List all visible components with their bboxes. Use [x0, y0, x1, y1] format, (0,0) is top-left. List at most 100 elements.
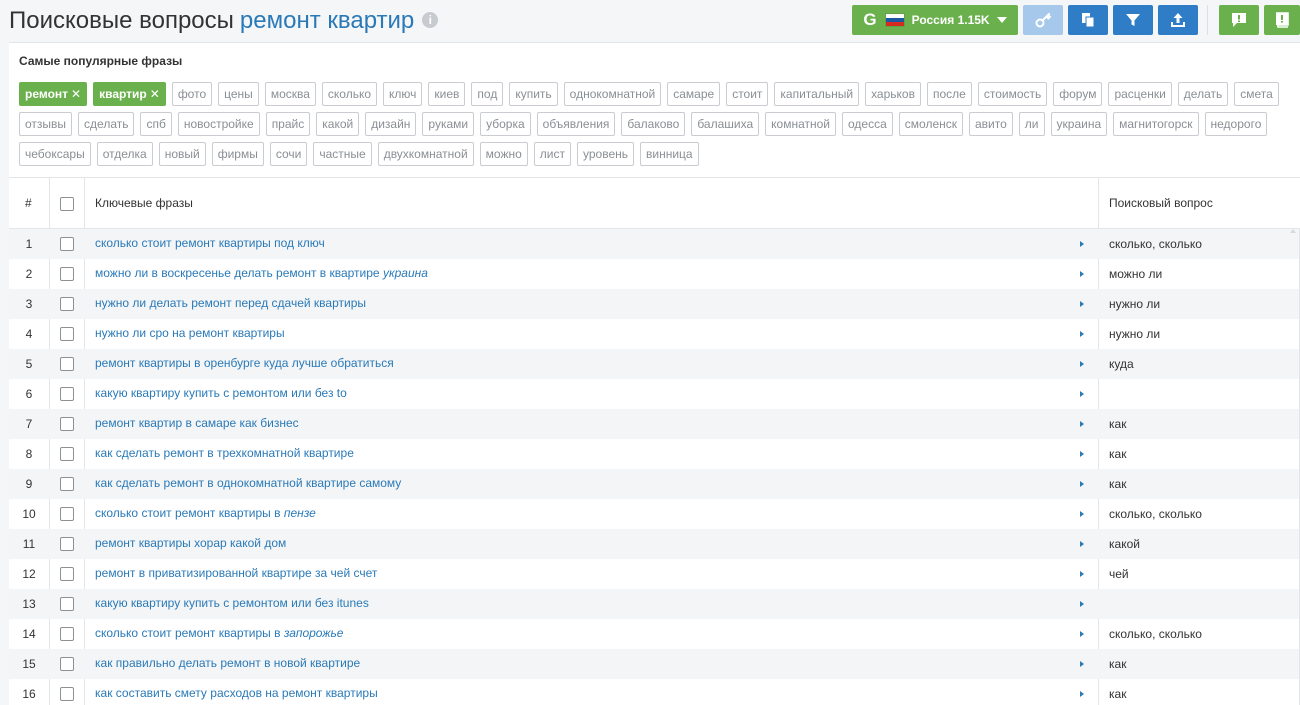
column-header-question[interactable]: Поисковый вопрос — [1109, 178, 1213, 229]
phrase-tag[interactable]: киев — [428, 82, 466, 106]
phrase-tag[interactable]: прайс — [265, 112, 311, 136]
phrase-tag[interactable]: смета — [1234, 82, 1279, 106]
row-checkbox[interactable] — [60, 417, 74, 431]
phrase-tag[interactable]: дизайн — [365, 112, 417, 136]
info-icon[interactable]: i — [422, 11, 439, 28]
phrase-tag[interactable]: отделка — [96, 142, 153, 166]
keyword-link[interactable]: нужно ли делать ремонт перед сдачей квар… — [95, 289, 366, 319]
phrase-tag[interactable]: сделать — [78, 112, 135, 136]
expand-arrow-icon[interactable] — [1080, 361, 1084, 367]
phrase-tag[interactable]: стоимость — [977, 82, 1048, 106]
row-checkbox[interactable] — [60, 687, 74, 701]
row-checkbox[interactable] — [60, 267, 74, 281]
expand-arrow-icon[interactable] — [1080, 421, 1084, 427]
phrase-tag[interactable]: сколько — [321, 82, 378, 106]
expand-arrow-icon[interactable] — [1080, 541, 1084, 547]
expand-arrow-icon[interactable] — [1080, 571, 1084, 577]
keyword-link[interactable]: ремонт квартиры в оренбурге куда лучше о… — [95, 349, 394, 379]
keyword-link[interactable]: ремонт в приватизированной квартире за ч… — [95, 559, 377, 589]
phrase-tag[interactable]: цены — [218, 82, 259, 106]
phrase-tag[interactable]: украина — [1050, 112, 1108, 136]
table-scrollbar[interactable] — [1289, 229, 1300, 705]
expand-arrow-icon[interactable] — [1080, 301, 1084, 307]
phrase-tag[interactable]: форум — [1053, 82, 1103, 106]
phrase-tag[interactable]: винница — [640, 142, 699, 166]
expand-arrow-icon[interactable] — [1080, 691, 1084, 697]
phrase-tag[interactable]: под — [471, 82, 504, 106]
select-all-checkbox[interactable] — [60, 197, 74, 211]
phrase-tag[interactable]: новостройке — [177, 112, 260, 136]
phrase-tag[interactable]: балашиха — [691, 112, 760, 136]
phrase-tag[interactable]: комнатной — [765, 112, 837, 136]
expand-arrow-icon[interactable] — [1080, 511, 1084, 517]
expand-arrow-icon[interactable] — [1080, 271, 1084, 277]
phrase-tag[interactable]: самаре — [667, 82, 721, 106]
scroll-up-icon[interactable] — [1290, 229, 1296, 233]
phrase-tag[interactable]: после — [926, 82, 972, 106]
phrase-tag[interactable]: ключ — [383, 82, 423, 106]
expand-arrow-icon[interactable] — [1080, 661, 1084, 667]
phrase-tag[interactable]: руками — [422, 112, 475, 136]
phrase-tag[interactable]: купить — [509, 82, 558, 106]
phrase-tag[interactable]: фирмы — [211, 142, 264, 166]
feedback-button[interactable] — [1219, 5, 1259, 35]
phrase-tag[interactable]: лист — [533, 142, 571, 166]
phrase-tag[interactable]: спб — [140, 112, 172, 136]
phrase-tag[interactable]: уровень — [576, 142, 634, 166]
phrase-tag[interactable]: одесса — [842, 112, 893, 136]
active-tag[interactable]: ремонт ✕ — [19, 82, 88, 106]
phrase-tag[interactable]: новый — [158, 142, 206, 166]
row-checkbox[interactable] — [60, 387, 74, 401]
keyword-link[interactable]: ремонт квартир в самаре как бизнес — [95, 409, 299, 439]
remove-tag-icon[interactable]: ✕ — [71, 87, 81, 101]
keyword-link[interactable]: можно ли в воскресенье делать ремонт в к… — [95, 259, 428, 289]
expand-arrow-icon[interactable] — [1080, 451, 1084, 457]
row-checkbox[interactable] — [60, 297, 74, 311]
keyword-link[interactable]: какую квартиру купить с ремонтом или без… — [95, 379, 347, 409]
row-checkbox[interactable] — [60, 567, 74, 581]
copy-button[interactable] — [1068, 5, 1108, 35]
keyword-link[interactable]: какую квартиру купить с ремонтом или без… — [95, 589, 369, 619]
row-checkbox[interactable] — [60, 627, 74, 641]
phrase-tag[interactable]: капитальный — [774, 82, 860, 106]
filter-button[interactable] — [1113, 5, 1153, 35]
expand-arrow-icon[interactable] — [1080, 631, 1084, 637]
phrase-tag[interactable]: делать — [1177, 82, 1229, 106]
phrase-tag[interactable]: сочи — [269, 142, 308, 166]
keyword-link[interactable]: сколько стоит ремонт квартиры в запорожь… — [95, 619, 343, 649]
expand-arrow-icon[interactable] — [1080, 391, 1084, 397]
row-checkbox[interactable] — [60, 327, 74, 341]
keyword-link[interactable]: сколько стоит ремонт квартиры под ключ — [95, 229, 325, 259]
phrase-tag[interactable]: можно — [479, 142, 528, 166]
row-checkbox[interactable] — [60, 447, 74, 461]
key-button[interactable] — [1023, 5, 1063, 35]
keyword-link[interactable]: сколько стоит ремонт квартиры в пензе — [95, 499, 316, 529]
phrase-tag[interactable]: однокомнатной — [563, 82, 662, 106]
phrase-tag[interactable]: двухкомнатной — [377, 142, 474, 166]
row-checkbox[interactable] — [60, 357, 74, 371]
phrase-tag[interactable]: фото — [171, 82, 213, 106]
keyword-link[interactable]: ремонт квартиры хорар какой дом — [95, 529, 286, 559]
row-checkbox[interactable] — [60, 237, 74, 251]
search-engine-region-dropdown[interactable]: G Россия 1.15K — [852, 5, 1018, 35]
phrase-tag[interactable]: авито — [969, 112, 1013, 136]
expand-arrow-icon[interactable] — [1080, 481, 1084, 487]
remove-tag-icon[interactable]: ✕ — [150, 87, 160, 101]
keyword-link[interactable]: как сделать ремонт в трехкомнатной кварт… — [95, 439, 354, 469]
expand-arrow-icon[interactable] — [1080, 331, 1084, 337]
phrase-tag[interactable]: частные — [313, 142, 372, 166]
keyword-link[interactable]: нужно ли сро на ремонт квартиры — [95, 319, 285, 349]
phrase-tag[interactable]: балаково — [621, 112, 686, 136]
keyword-link[interactable]: как сделать ремонт в однокомнатной кварт… — [95, 469, 401, 499]
row-checkbox[interactable] — [60, 477, 74, 491]
keyword-link[interactable]: как составить смету расходов на ремонт к… — [95, 679, 378, 705]
phrase-tag[interactable]: харьков — [865, 82, 921, 106]
phrase-tag[interactable]: магнитогорск — [1113, 112, 1199, 136]
column-header-keywords[interactable]: Ключевые фразы — [95, 178, 193, 229]
row-checkbox[interactable] — [60, 657, 74, 671]
phrase-tag[interactable]: недорого — [1204, 112, 1268, 136]
phrase-tag[interactable]: отзывы — [19, 112, 73, 136]
phrase-tag[interactable]: ли — [1018, 112, 1045, 136]
expand-arrow-icon[interactable] — [1080, 601, 1084, 607]
phrase-tag[interactable]: объявления — [536, 112, 616, 136]
